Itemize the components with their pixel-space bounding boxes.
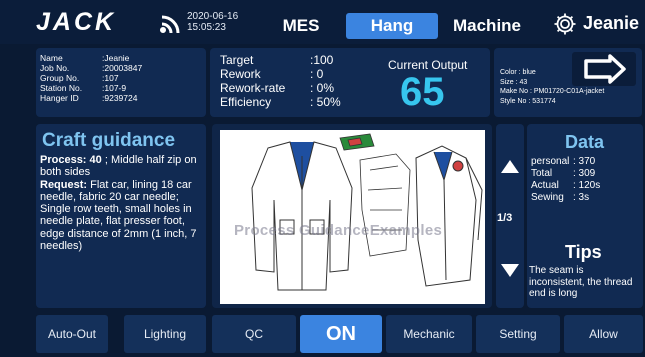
datetime: 2020-06-16 15:05:23 [187,11,238,33]
guidance-image-panel: Process GuidanceExamples [212,124,492,308]
mechanic-button[interactable]: Mechanic [386,315,472,353]
personal-label: personal [531,156,570,167]
wifi-icon [160,15,180,34]
actual-label: Actual [531,180,559,191]
lighting-button[interactable]: Lighting [124,315,206,353]
total-label: Total [531,168,553,179]
efficiency-value: : 50% [310,95,341,109]
qc-button[interactable]: QC [212,315,296,353]
tab-mes[interactable]: MES [260,13,342,39]
next-page-arrow-icon[interactable] [501,264,519,277]
tab-machine[interactable]: Machine [441,13,533,39]
process-number: 40 [89,154,102,166]
sewing-label: Sewing [531,192,564,203]
logout-button[interactable] [572,52,636,86]
rework-rate-value: : 0% [310,81,335,95]
efficiency-label: Efficiency [220,95,272,109]
make-no-text: Make No : PM01720-C01A-jacket [500,88,605,95]
hanger-value: :9239724 [102,93,138,103]
tips-text: The seam is inconsistent, the thread end… [529,265,633,300]
personal-row: personal : 370 [531,156,595,167]
output-stats-panel: Target :100 Rework : 0 Rework-rate : 0% … [210,48,490,117]
date-text: 2020-06-16 [187,11,239,22]
sewing-value: : 3s [573,192,590,203]
rework-row: Rework : 0 [220,67,323,81]
target-value: :100 [310,53,334,67]
target-row: Target :100 [220,53,333,67]
style-no-text: Style No : 531774 [500,97,556,105]
worker-info-panel: Name :Jeanie Job No. :20003847 Group No.… [36,48,206,117]
previous-page-arrow-icon[interactable] [501,160,519,173]
rework-value: : 0 [310,67,324,81]
total-row: Total : 309 [531,168,595,179]
auto-out-button[interactable]: Auto-Out [36,315,108,353]
setting-button[interactable]: Setting [476,315,560,353]
logout-arrow-icon [584,54,626,84]
total-value: : 309 [573,168,596,179]
request-label: Request: [40,178,88,191]
current-output-value: 65 [400,70,445,114]
rework-rate-label: Rework-rate [220,81,286,95]
tips-title: Tips [565,242,602,262]
gear-icon[interactable] [553,12,577,36]
rework-rate-row: Rework-rate : 0% [220,81,334,95]
time-text: 15:05:23 [187,22,226,33]
efficiency-row: Efficiency : 50% [220,95,341,109]
on-toggle-button[interactable]: ON [300,315,382,353]
tab-hang[interactable]: Hang [346,13,438,39]
target-label: Target [220,53,254,67]
guidance-watermark: Process GuidanceExamples [234,222,443,239]
user-name[interactable]: Jeanie [583,13,639,34]
top-bar: JACK 2020-06-16 15:05:23 MES Hang Machin… [0,0,645,44]
actual-row: Actual : 120s [531,180,600,191]
brand-logo: JACK [36,8,117,36]
page-indicator: 1/3 [497,212,513,224]
craft-guidance-text: Process: 40 ; Middle half zip on both si… [40,154,204,252]
style-info-panel: Color : blue Size : 43 Make No : PM01720… [494,48,642,117]
process-label: Process: [40,154,87,166]
craft-guidance-title: Craft guidance [42,130,176,151]
allow-button[interactable]: Allow [564,315,643,353]
actual-value: : 120s [573,180,601,191]
personal-value: : 370 [573,156,596,167]
image-pager: 1/3 [496,124,524,308]
rework-label: Rework [220,67,261,81]
sewing-row: Sewing : 3s [531,192,589,203]
guidance-image[interactable]: Process GuidanceExamples [220,130,485,304]
hanger-row: Hanger ID :9239724 [40,93,200,104]
data-title: Data [565,132,605,152]
data-panel: Data personal : 370 Total : 309 Actual :… [527,124,643,308]
craft-guidance-panel: Craft guidance Process: 40 ; Middle half… [36,124,206,308]
jacket-sketch [251,133,483,291]
hanger-label: Hanger ID [40,93,79,103]
